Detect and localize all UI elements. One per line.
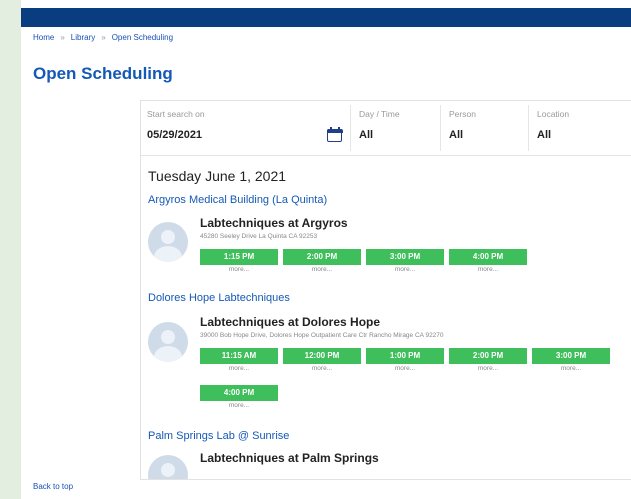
more-link[interactable]: more... <box>449 266 527 273</box>
time-slot-button[interactable]: 12:00 PM <box>283 348 361 364</box>
provider-name: Labtechniques at Palm Springs <box>200 451 379 465</box>
avatar-placeholder-icon <box>148 322 188 362</box>
time-slot[interactable]: 12:00 PM more... <box>283 348 361 372</box>
more-link[interactable]: more... <box>532 365 610 372</box>
search-filters: Start search on 05/29/2021 Day / Time Al… <box>141 101 631 153</box>
start-date-filter[interactable]: Start search on 05/29/2021 <box>141 101 351 153</box>
more-link[interactable]: more... <box>200 402 278 409</box>
provider-name: Labtechniques at Dolores Hope <box>200 315 381 329</box>
time-slot[interactable]: 3:00 PM more... <box>366 249 444 273</box>
day-time-label: Day / Time <box>359 109 400 119</box>
more-link[interactable]: more... <box>200 266 278 273</box>
location-value[interactable]: All <box>537 129 551 141</box>
time-slot-button[interactable]: 1:15 PM <box>200 249 278 265</box>
time-slot-button[interactable]: 4:00 PM <box>449 249 527 265</box>
provider-address: 39000 Bob Hope Drive, Dolores Hope Outpa… <box>200 332 444 339</box>
more-link[interactable]: more... <box>283 365 361 372</box>
time-slot-button[interactable]: 11:15 AM <box>200 348 278 364</box>
location-link-argyros[interactable]: Argyros Medical Building (La Quinta) <box>148 194 327 206</box>
time-slot-button[interactable]: 2:00 PM <box>449 348 527 364</box>
page-title: Open Scheduling <box>33 64 173 83</box>
provider-address: 45280 Seeley Drive La Quinta CA 92253 <box>200 233 318 240</box>
time-slot[interactable]: 4:00 PM more... <box>449 249 527 273</box>
person-label: Person <box>449 109 476 119</box>
time-slot[interactable]: 1:15 PM more... <box>200 249 278 273</box>
time-slot[interactable]: 2:00 PM more... <box>449 348 527 372</box>
time-slot-button[interactable]: 3:00 PM <box>366 249 444 265</box>
time-slot-button[interactable]: 1:00 PM <box>366 348 444 364</box>
provider-name: Labtechniques at Argyros <box>200 216 348 230</box>
breadcrumb-separator: » <box>60 33 65 42</box>
time-slot[interactable]: 4:00 PM more... <box>200 385 278 409</box>
calendar-icon[interactable] <box>327 127 343 142</box>
location-label: Location <box>537 109 570 119</box>
back-to-top-link[interactable]: Back to top <box>33 482 73 491</box>
location-link-palm-springs[interactable]: Palm Springs Lab @ Sunrise <box>148 430 289 442</box>
time-slot-button[interactable]: 2:00 PM <box>283 249 361 265</box>
start-date-label: Start search on <box>147 109 205 119</box>
avatar-placeholder-icon <box>148 455 188 479</box>
person-filter[interactable]: Person All <box>443 101 529 153</box>
time-slot[interactable]: 11:15 AM more... <box>200 348 278 372</box>
more-link[interactable]: more... <box>449 365 527 372</box>
day-time-filter[interactable]: Day / Time All <box>353 101 441 153</box>
time-slot[interactable]: 2:00 PM more... <box>283 249 361 273</box>
page: Home » Library » Open Scheduling Open Schedu… <box>21 0 631 499</box>
start-date-value[interactable]: 05/29/2021 <box>147 129 202 141</box>
breadcrumb-separator: » <box>101 33 106 42</box>
time-slot-button[interactable]: 4:00 PM <box>200 385 278 401</box>
breadcrumb-open-scheduling[interactable]: Open Scheduling <box>112 33 173 42</box>
day-time-value[interactable]: All <box>359 129 373 141</box>
person-value[interactable]: All <box>449 129 463 141</box>
more-link[interactable]: more... <box>200 365 278 372</box>
top-header-bar <box>21 8 631 27</box>
date-heading: Tuesday June 1, 2021 <box>148 168 287 184</box>
location-link-dolores-hope[interactable]: Dolores Hope Labtechniques <box>148 292 290 304</box>
breadcrumb: Home » Library » Open Scheduling <box>33 33 173 42</box>
location-filter[interactable]: Location All <box>531 101 631 153</box>
breadcrumb-library[interactable]: Library <box>71 33 95 42</box>
results-list: Tuesday June 1, 2021 Argyros Medical Bui… <box>141 155 631 479</box>
time-slot[interactable]: 1:00 PM more... <box>366 348 444 372</box>
scheduling-panel: Start search on 05/29/2021 Day / Time Al… <box>140 100 631 480</box>
more-link[interactable]: more... <box>366 365 444 372</box>
time-slot[interactable]: 3:00 PM more... <box>532 348 610 372</box>
more-link[interactable]: more... <box>283 266 361 273</box>
breadcrumb-home[interactable]: Home <box>33 33 54 42</box>
avatar-placeholder-icon <box>148 222 188 262</box>
time-slot-button[interactable]: 3:00 PM <box>532 348 610 364</box>
more-link[interactable]: more... <box>366 266 444 273</box>
